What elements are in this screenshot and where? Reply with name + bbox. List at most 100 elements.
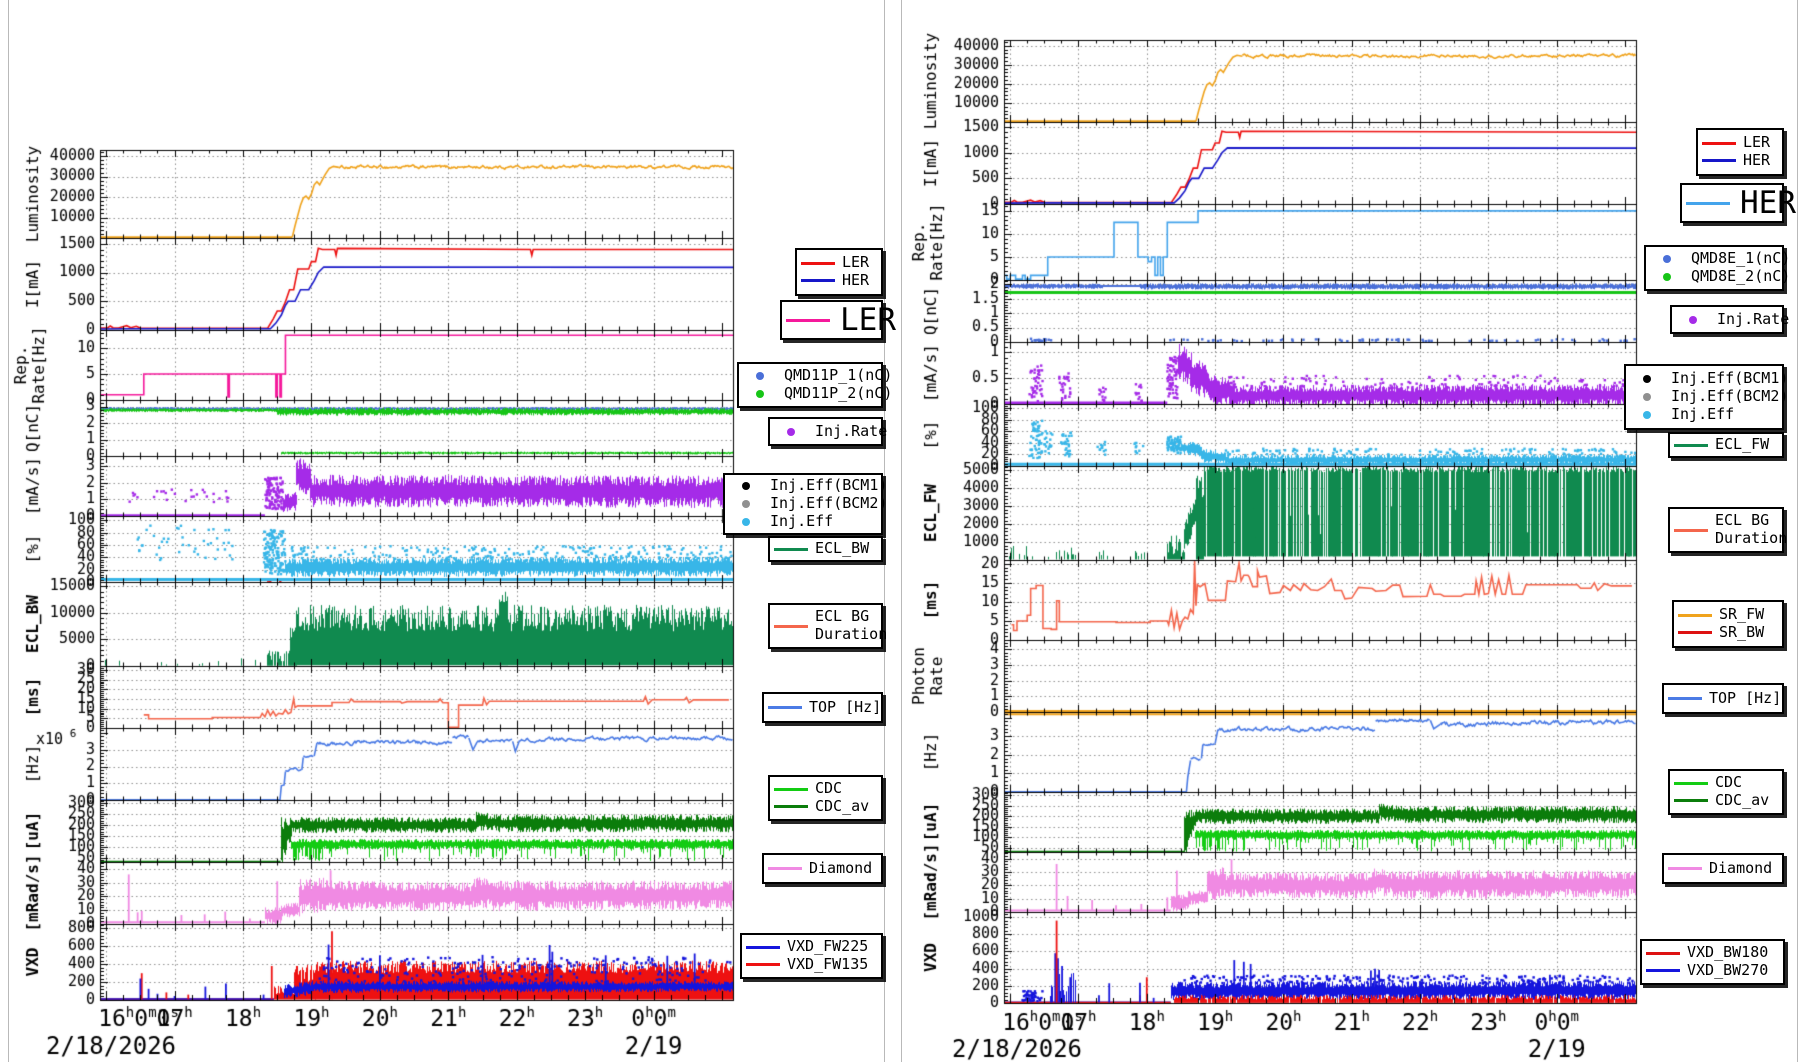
marker-dot-icon — [743, 389, 777, 398]
legend-label: SR_BW — [1719, 623, 1765, 641]
legend-label: TOP [Hz] — [809, 697, 882, 716]
legend-entry: Inj.Rate — [774, 422, 887, 441]
legend-label: LER — [842, 253, 870, 272]
legend-entry: SR_FW — [1678, 606, 1778, 624]
legend-label: ECL BG Duration — [1715, 511, 1788, 547]
marker-dot-icon — [1650, 255, 1684, 264]
legend-label: HER — [842, 271, 870, 289]
legend-entry: Inj.Eff(BCM2) — [729, 494, 887, 513]
marker-dot-icon — [729, 517, 763, 526]
marker-dot-icon — [729, 482, 763, 491]
legend-entry: Inj.Rate — [1676, 310, 1789, 329]
marker-line-icon — [1668, 697, 1702, 700]
marker-line-icon — [1668, 867, 1702, 870]
legend-entry: ECL_BW — [774, 539, 877, 558]
legend-diamond: Diamond — [1662, 853, 1784, 884]
legend-entry: ECL BG Duration — [1674, 511, 1787, 547]
legend-entry: Inj.Eff(BCM1) — [1630, 370, 1788, 388]
legend-label: Inj.Eff(BCM1) — [1671, 369, 1789, 388]
marker-line-icon — [801, 279, 835, 283]
legend-entry: QMD8E_1(nC) — [1650, 250, 1790, 268]
legend-entry: CDC — [1674, 774, 1778, 792]
marker-line-icon — [768, 867, 802, 870]
legend-entry: Inj.Eff — [729, 512, 877, 531]
legend-entry: TOP [Hz] — [1668, 689, 1781, 708]
marker-dot-icon — [1630, 393, 1664, 401]
legend-entry: QMD11P_1(nC) — [743, 367, 892, 385]
legend-label: LER — [1743, 133, 1771, 152]
legend-top-hz: TOP [Hz] — [762, 692, 883, 723]
legend-label: SR_FW — [1719, 605, 1765, 624]
marker-line-icon — [768, 706, 802, 709]
marker-line-icon — [746, 963, 780, 967]
window-right-border — [1797, 0, 1798, 1062]
legend-top-hz: TOP [Hz] — [1662, 683, 1784, 714]
legend-ecl-bw: ECL_BW — [768, 536, 883, 562]
legend-label: CDC — [1715, 773, 1743, 792]
marker-dot-icon — [1630, 410, 1664, 419]
marker-line-icon — [774, 787, 808, 791]
legend-entry: ECL BG Duration — [774, 607, 887, 643]
legend-label: Inj.Eff(BCM2) — [1671, 387, 1789, 406]
legend-ecl-fw: ECL_FW — [1668, 432, 1784, 458]
marker-line-icon — [774, 805, 808, 809]
legend-diamond: Diamond — [762, 853, 883, 884]
legend-label: Inj.Rate — [1717, 309, 1790, 328]
legend-label: VXD_FW135 — [787, 955, 869, 973]
legend-label: Diamond — [1709, 858, 1773, 877]
marker-line-icon — [746, 945, 780, 949]
legend-vxd: VXD_BW180 VXD_BW270 — [1640, 939, 1785, 985]
legend-label: HER — [1743, 151, 1771, 169]
legend-label: Inj.Eff(BCM1) — [770, 476, 888, 495]
legend-cdc: CDC CDC_av — [768, 775, 883, 821]
legend-label: HER — [1740, 184, 1796, 221]
legend-label: QMD11P_2(nC) — [784, 384, 893, 402]
window-left-border — [8, 0, 9, 1062]
legend-label: QMD8E_2(nC) — [1691, 267, 1791, 285]
marker-line-icon — [1646, 951, 1680, 955]
legend-entry: SR_BW — [1678, 623, 1778, 642]
legend-label: Inj.Rate — [815, 421, 888, 440]
legend-entry: Inj.Eff — [1630, 405, 1778, 424]
legend-entry: CDC_av — [774, 797, 877, 816]
legend-entry: CDC_av — [1674, 791, 1778, 810]
legend-qmd11p: QMD11P_1(nC) QMD11P_2(nC) — [737, 362, 892, 408]
legend-entry: VXD_FW135 — [746, 955, 877, 974]
marker-dot-icon — [774, 427, 808, 436]
legend-entry: QMD8E_2(nC) — [1650, 267, 1790, 286]
legend-ecl-bg: ECL BG Duration — [1668, 507, 1787, 553]
legend-label: CDC — [815, 779, 843, 798]
marker-line-icon — [801, 261, 835, 265]
legend-entry: QMD11P_2(nC) — [743, 384, 892, 403]
legend-entry: Diamond — [1668, 858, 1778, 878]
legend-label: QMD8E_1(nC) — [1691, 249, 1791, 268]
legend-entry: LER — [1702, 134, 1778, 152]
window-divider — [901, 0, 902, 1062]
legend-label: CDC_av — [1715, 791, 1770, 809]
marker-line-icon — [1674, 781, 1708, 785]
marker-dot-icon — [729, 500, 763, 508]
marker-dot-icon — [743, 372, 777, 381]
marker-line-icon — [1674, 528, 1708, 532]
legend-entry: VXD_BW180 — [1646, 944, 1779, 962]
marker-line-icon — [1678, 631, 1712, 635]
legend-cdc: CDC CDC_av — [1668, 769, 1784, 815]
legend-label: Diamond — [809, 858, 873, 877]
legend-entry: Diamond — [768, 858, 877, 878]
legend-inj-rate: Inj.Rate — [1670, 305, 1789, 334]
legend-label: CDC_av — [815, 797, 870, 815]
legend-label: ECL_BW — [815, 539, 870, 558]
legend-label: LER — [840, 301, 896, 338]
beam-background-monitor: LER HER LER QMD11P_1(nC) QMD11P_2(nC) Inj.Rat… — [0, 0, 1806, 1062]
legend-entry: LER — [801, 254, 877, 272]
legend-inj-eff: Inj.Eff(BCM1) Inj.Eff(BCM2) Inj.Eff — [723, 473, 887, 535]
window-divider — [884, 0, 885, 1062]
legend-entry: HER — [801, 271, 877, 290]
legend-ler-her: LER HER — [1696, 128, 1784, 176]
marker-dot-icon — [1650, 272, 1684, 281]
legend-qmd8e: QMD8E_1(nC) QMD8E_2(nC) — [1644, 245, 1790, 291]
legend-label: Inj.Eff(BCM2) — [770, 494, 888, 513]
marker-dot-icon — [1676, 315, 1710, 324]
marker-line-icon — [1646, 969, 1680, 973]
legend-inj-rate: Inj.Rate — [768, 417, 887, 446]
